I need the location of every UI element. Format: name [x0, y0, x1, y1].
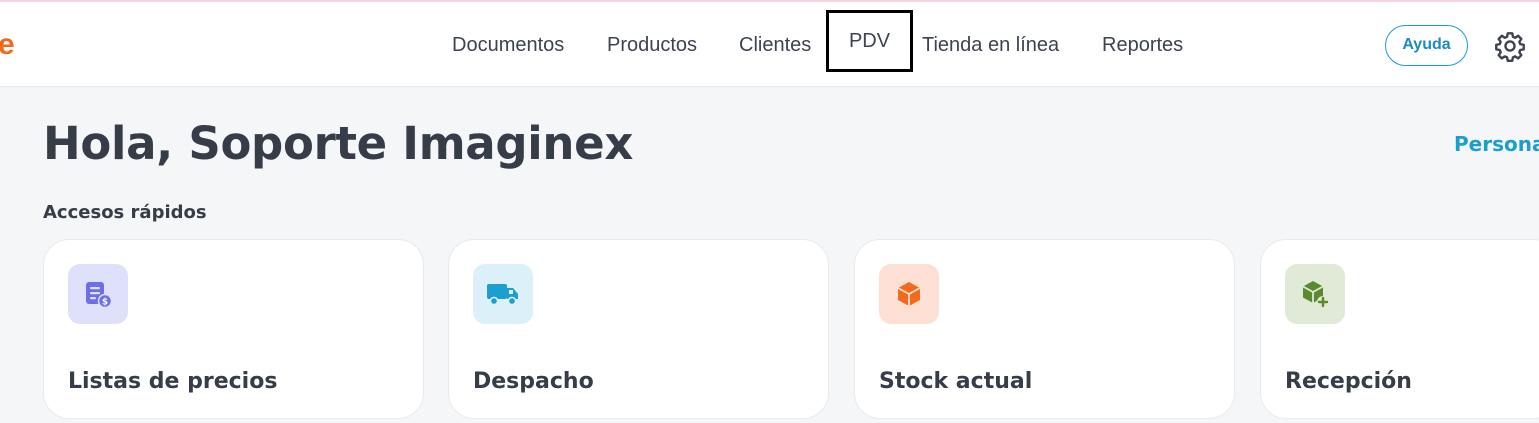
card-label: Listas de precios — [68, 369, 278, 394]
quick-card-recepcion[interactable]: Recepción — [1260, 239, 1539, 419]
price-list-icon: $ — [68, 264, 128, 324]
quick-access-title: Accesos rápidos — [43, 202, 207, 223]
nav-item-productos[interactable]: Productos — [607, 32, 697, 58]
help-button[interactable]: Ayuda — [1385, 25, 1468, 66]
card-label: Recepción — [1285, 369, 1412, 394]
quick-card-listas-de-precios[interactable]: $ Listas de precios — [43, 239, 424, 419]
quick-card-stock-actual[interactable]: Stock actual — [854, 239, 1235, 419]
quick-card-despacho[interactable]: Despacho — [448, 239, 829, 419]
page-title: Hola, Soporte Imaginex — [43, 117, 634, 170]
card-label: Despacho — [473, 369, 594, 394]
nav-item-tienda-en-linea[interactable]: Tienda en línea — [922, 32, 1059, 58]
card-label: Stock actual — [879, 369, 1033, 394]
nav-item-reportes[interactable]: Reportes — [1102, 32, 1183, 58]
nav-item-clientes[interactable]: Clientes — [739, 32, 811, 58]
nav-item-pdv[interactable]: PDV — [826, 10, 913, 72]
truck-icon — [473, 264, 533, 324]
nav-item-documentos[interactable]: Documentos — [452, 32, 564, 58]
main-nav: Documentos Productos Clientes PDV Tienda… — [0, 2, 1539, 87]
top-navbar: e Documentos Productos Clientes PDV Tien… — [0, 2, 1539, 87]
box-add-icon — [1285, 264, 1345, 324]
gear-icon[interactable] — [1494, 30, 1526, 62]
box-icon — [879, 264, 939, 324]
svg-text:$: $ — [102, 298, 108, 308]
personalize-link[interactable]: Persona — [1454, 131, 1539, 157]
